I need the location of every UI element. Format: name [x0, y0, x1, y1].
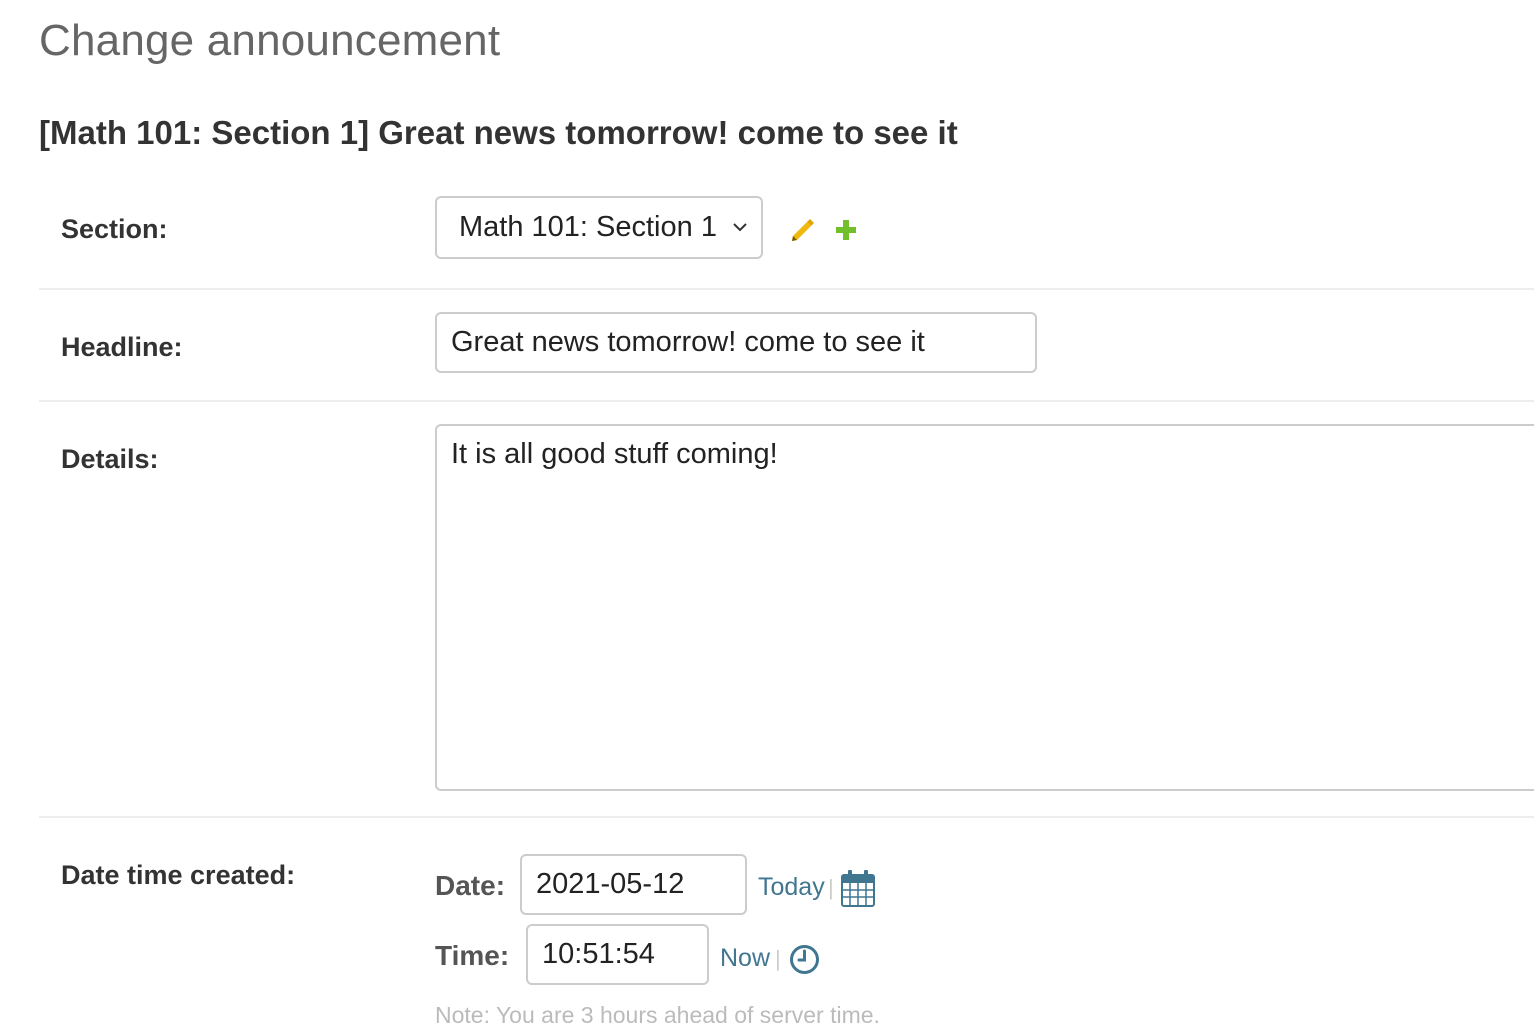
calendar-icon[interactable] [841, 869, 875, 907]
time-input[interactable]: 10:51:54 [526, 924, 709, 985]
date-label: Date: [435, 870, 506, 901]
time-input-value: 10:51:54 [542, 938, 655, 970]
section-select-value: Math 101: Section 1 [459, 211, 717, 243]
details-textarea[interactable]: It is all good stuff coming! [435, 424, 1534, 791]
section-label: Section: [61, 214, 168, 244]
today-separator: | [828, 875, 834, 900]
now-link[interactable]: Now [720, 944, 770, 973]
date-input-value: 2021-05-12 [536, 868, 685, 900]
headline-input[interactable]: Great news tomorrow! come to see it [435, 312, 1037, 373]
clock-icon[interactable] [789, 944, 820, 975]
headline-row: Headline: Great news tomorrow! come to s… [39, 290, 1534, 402]
timezone-note: Note: You are 3 hours ahead of server ti… [435, 1002, 880, 1028]
date-time-created-label: Date time created: [61, 860, 296, 890]
details-label: Details: [61, 444, 159, 474]
today-link[interactable]: Today [758, 873, 825, 902]
details-textarea-value: It is all good stuff coming! [451, 438, 778, 470]
date-input[interactable]: 2021-05-12 [520, 854, 747, 915]
details-row: Details: It is all good stuff coming! [39, 402, 1534, 818]
chevron-down-icon [733, 223, 747, 232]
section-select[interactable]: Math 101: Section 1 [435, 196, 763, 259]
time-label: Time: [435, 940, 510, 971]
now-separator: | [775, 946, 781, 971]
plus-icon[interactable] [835, 219, 857, 241]
pencil-icon[interactable] [789, 216, 815, 242]
headline-label: Headline: [61, 332, 183, 362]
object-title: [Math 101: Section 1] Great news tomorro… [39, 114, 958, 151]
headline-input-value: Great news tomorrow! come to see it [451, 326, 925, 358]
section-row: Section: Math 101: Section 1 [39, 196, 1534, 290]
page-title: Change announcement [39, 16, 501, 65]
